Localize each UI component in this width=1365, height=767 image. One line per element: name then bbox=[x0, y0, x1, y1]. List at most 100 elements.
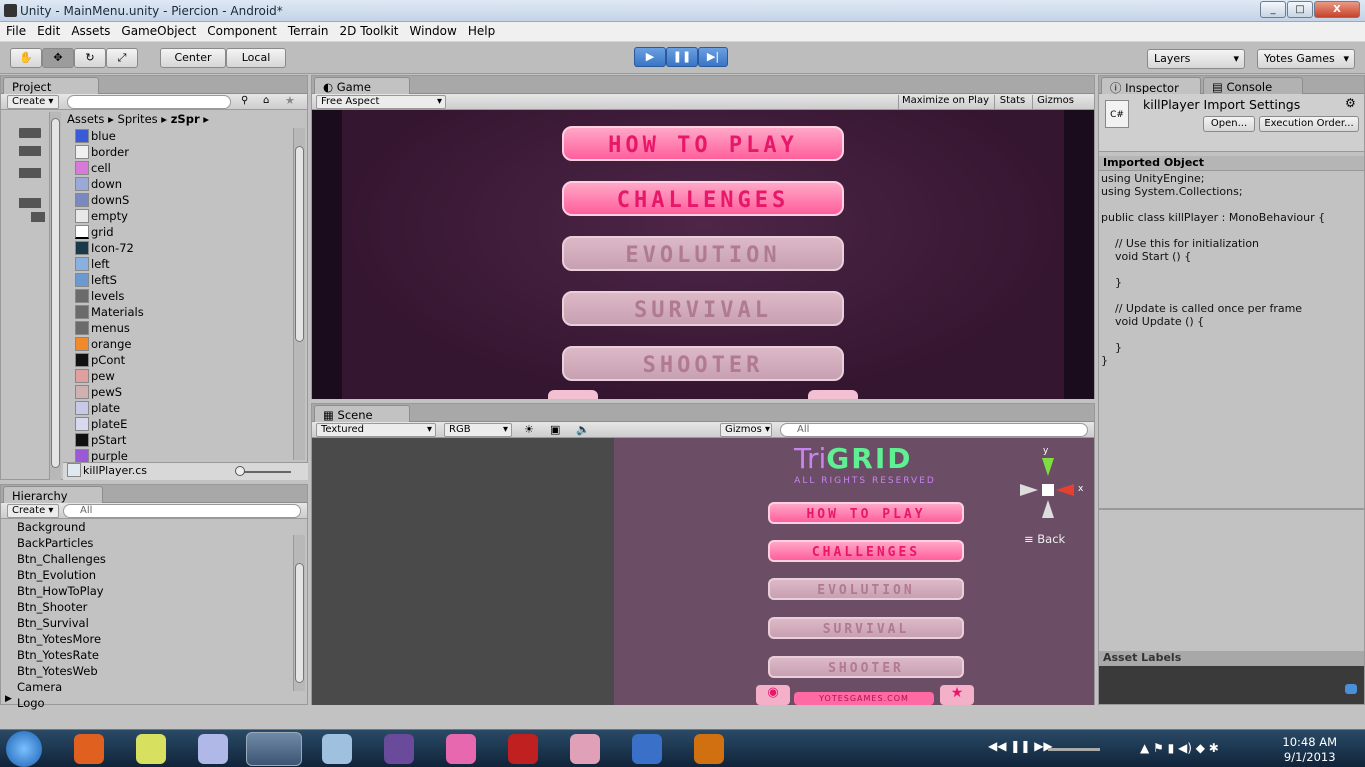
list-item[interactable]: Btn_Shooter bbox=[17, 599, 106, 615]
open-button[interactable]: Open... bbox=[1203, 116, 1255, 132]
pivot-center-button[interactable]: Center bbox=[160, 48, 226, 68]
scene-more-icon[interactable]: ◉ bbox=[756, 685, 790, 705]
game-btn-how-to-play[interactable]: HOW TO PLAY bbox=[562, 126, 844, 161]
list-item[interactable]: down bbox=[75, 176, 144, 192]
folder-icon[interactable] bbox=[31, 212, 45, 222]
app-icon[interactable] bbox=[322, 734, 352, 764]
list-item[interactable]: pew bbox=[75, 368, 144, 384]
game-viewport[interactable]: HOW TO PLAY CHALLENGES EVOLUTION SURVIVA… bbox=[312, 110, 1094, 399]
list-item[interactable]: border bbox=[75, 144, 144, 160]
list-item[interactable]: pCont bbox=[75, 352, 144, 368]
folder-icon[interactable] bbox=[19, 168, 41, 178]
move-tool-icon[interactable]: ✥ bbox=[42, 48, 74, 68]
app-icon[interactable] bbox=[198, 734, 228, 764]
execution-order-button[interactable]: Execution Order... bbox=[1259, 116, 1359, 132]
gizmo-center-icon[interactable] bbox=[1042, 484, 1054, 496]
tab-hierarchy[interactable]: Hierarchy bbox=[3, 486, 103, 503]
menu-component[interactable]: Component bbox=[201, 22, 282, 38]
render-mode-dropdown[interactable]: Textured ▾ bbox=[316, 423, 436, 437]
list-item[interactable]: blue bbox=[75, 128, 144, 144]
menu-file[interactable]: File bbox=[0, 22, 31, 38]
game-gizmos-toggle[interactable]: Gizmos bbox=[1032, 95, 1078, 109]
close-button[interactable]: X bbox=[1314, 1, 1360, 18]
audio-toggle-icon[interactable]: 🔈 bbox=[576, 423, 590, 436]
firefox-icon[interactable] bbox=[74, 734, 104, 764]
gizmo-y-axis-icon[interactable] bbox=[1042, 458, 1054, 476]
scene-back-label[interactable]: ≡ Back bbox=[1024, 532, 1065, 546]
tab-inspector[interactable]: ⓘ Inspector bbox=[1101, 77, 1201, 95]
rotate-tool-icon[interactable]: ↻ bbox=[74, 48, 106, 68]
project-search-input[interactable] bbox=[67, 95, 231, 109]
game-btn-survival[interactable]: SURVIVAL bbox=[562, 291, 844, 326]
folder-icon[interactable] bbox=[19, 198, 41, 208]
scene-search-input[interactable]: All bbox=[780, 423, 1088, 437]
game-btn-shooter[interactable]: SHOOTER bbox=[562, 346, 844, 381]
list-item[interactable]: menus bbox=[75, 320, 144, 336]
folder-tree-scrollbar[interactable] bbox=[49, 112, 61, 480]
tab-console[interactable]: ▤ Console bbox=[1203, 77, 1303, 94]
scene-btn-how-to-play[interactable]: HOW TO PLAY bbox=[768, 502, 964, 524]
project-create-dropdown[interactable]: Create ▾ bbox=[7, 95, 59, 109]
thumbnail-size-slider[interactable] bbox=[239, 471, 291, 473]
list-item[interactable]: plateE bbox=[75, 416, 144, 432]
list-item[interactable]: Logo bbox=[17, 695, 106, 711]
stats-toggle[interactable]: Stats bbox=[994, 95, 1030, 109]
menu-help[interactable]: Help bbox=[462, 22, 500, 38]
hierarchy-search-input[interactable]: All bbox=[63, 504, 301, 518]
list-item[interactable]: Materials bbox=[75, 304, 144, 320]
step-button[interactable]: ▶| bbox=[698, 47, 728, 67]
tab-scene[interactable]: ▦ Scene bbox=[314, 405, 410, 422]
app-icon[interactable] bbox=[384, 734, 414, 764]
app-icon[interactable] bbox=[694, 734, 724, 764]
aspect-dropdown[interactable]: Free Aspect ▾ bbox=[316, 95, 446, 109]
asset-list-scroll-thumb[interactable] bbox=[295, 146, 304, 342]
minimize-button[interactable]: _ bbox=[1260, 1, 1286, 18]
game-btn-partial[interactable] bbox=[548, 390, 598, 399]
breadcrumb-zspr[interactable]: zSpr bbox=[171, 112, 200, 126]
clock[interactable]: 10:48 AM 9/1/2013 bbox=[1282, 735, 1337, 765]
scene-btn-shooter[interactable]: SHOOTER bbox=[768, 656, 964, 678]
list-item[interactable]: empty bbox=[75, 208, 144, 224]
hierarchy-scrollbar[interactable] bbox=[293, 535, 305, 691]
favorite-star-icon[interactable]: ★ bbox=[285, 94, 295, 107]
list-item[interactable]: Btn_Survival bbox=[17, 615, 106, 631]
game-btn-evolution[interactable]: EVOLUTION bbox=[562, 236, 844, 271]
list-item[interactable]: BackParticles bbox=[17, 535, 106, 551]
list-item[interactable]: Btn_Evolution bbox=[17, 567, 106, 583]
menu-2d-toolkit[interactable]: 2D Toolkit bbox=[334, 22, 404, 38]
scene-btn-evolution[interactable]: EVOLUTION bbox=[768, 578, 964, 600]
filter-type-icon[interactable]: ⚲ bbox=[241, 95, 248, 106]
tray-icons[interactable]: ▲ ⚑ ▮ ◀) ◆ ✱ bbox=[1140, 741, 1219, 755]
thumbnail-size-slider-handle[interactable] bbox=[235, 466, 245, 476]
list-item[interactable]: pStart bbox=[75, 432, 144, 448]
folder-icon[interactable] bbox=[19, 146, 41, 156]
list-item[interactable]: cell bbox=[75, 160, 144, 176]
pause-button[interactable]: ❚❚ bbox=[666, 47, 698, 67]
layers-dropdown[interactable]: Layers ▾ bbox=[1147, 49, 1245, 69]
scene-btn-challenges[interactable]: CHALLENGES bbox=[768, 540, 964, 562]
gizmo-neg-y-icon[interactable] bbox=[1042, 500, 1054, 518]
menu-assets[interactable]: Assets bbox=[65, 22, 115, 38]
account-dropdown[interactable]: Yotes Games ▾ bbox=[1257, 49, 1355, 69]
maximize-on-play-toggle[interactable]: Maximize on Play bbox=[898, 95, 992, 109]
game-btn-challenges[interactable]: CHALLENGES bbox=[562, 181, 844, 216]
expand-arrow-icon[interactable]: ▶ bbox=[5, 694, 12, 704]
scene-viewport[interactable]: TriGRID ALL RIGHTS RESERVED HOW TO PLAY … bbox=[312, 438, 1094, 705]
asset-list-scrollbar[interactable] bbox=[293, 128, 305, 460]
unity-taskbar-icon[interactable] bbox=[246, 732, 302, 766]
menu-gameobject[interactable]: GameObject bbox=[115, 22, 201, 38]
list-item[interactable]: downS bbox=[75, 192, 144, 208]
breadcrumb-assets[interactable]: Assets bbox=[67, 112, 104, 126]
app-icon[interactable] bbox=[632, 734, 662, 764]
list-item[interactable]: Btn_YotesRate bbox=[17, 647, 106, 663]
list-item[interactable]: Background bbox=[17, 519, 106, 535]
list-item[interactable]: Btn_Challenges bbox=[17, 551, 106, 567]
list-item[interactable]: Btn_HowToPlay bbox=[17, 583, 106, 599]
list-item[interactable]: orange bbox=[75, 336, 144, 352]
lighting-toggle-icon[interactable]: ☀ bbox=[524, 423, 534, 436]
list-item[interactable]: plate bbox=[75, 400, 144, 416]
list-item[interactable]: Btn_YotesWeb bbox=[17, 663, 106, 679]
pivot-local-button[interactable]: Local bbox=[226, 48, 286, 68]
app-icon[interactable] bbox=[446, 734, 476, 764]
volume-slider[interactable] bbox=[1048, 748, 1100, 751]
